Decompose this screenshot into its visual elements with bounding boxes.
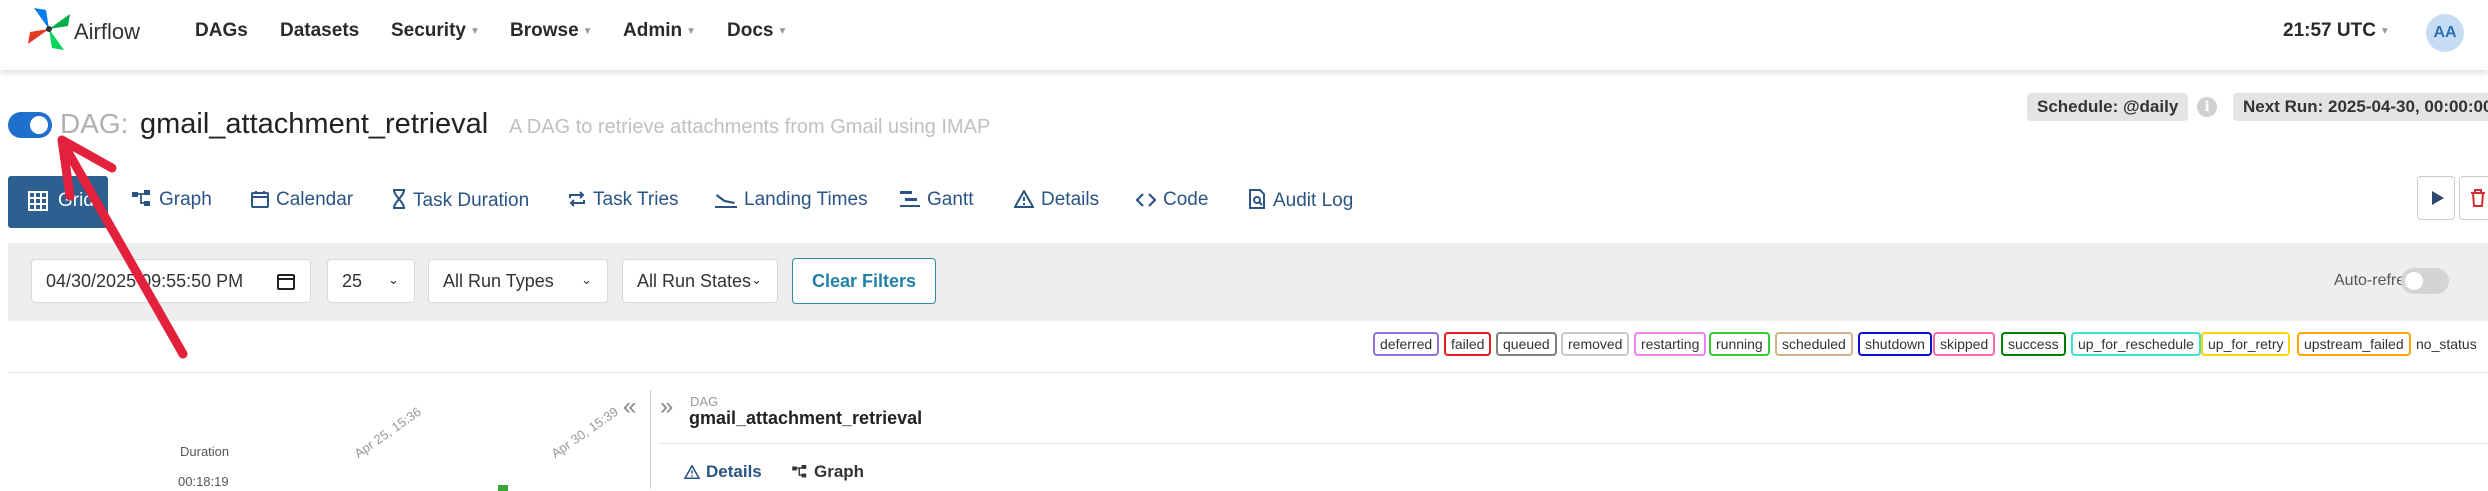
chevron-down-icon: ⌄ xyxy=(751,272,762,287)
state-chip-up-for-retry[interactable]: up_for_retry xyxy=(2201,332,2291,356)
state-chip-restarting[interactable]: restarting xyxy=(1634,332,1707,356)
trash-icon xyxy=(2470,189,2486,212)
chevron-down-icon: ▼ xyxy=(686,26,697,37)
top-navbar: Airflow DAGs Datasets Security ▼ Browse ▼ … xyxy=(0,0,2488,70)
delete-dag-button[interactable] xyxy=(2459,176,2488,220)
graph-icon xyxy=(792,465,807,478)
run-state-value: All Run States xyxy=(637,271,752,291)
trigger-dag-button[interactable] xyxy=(2417,176,2455,220)
clear-filters-button[interactable]: Clear Filters xyxy=(792,258,936,304)
next-run-badge: Next Run: 2025-04-30, 00:00:00 xyxy=(2233,93,2488,121)
warning-triangle-icon xyxy=(683,464,701,479)
nav-dags[interactable]: DAGs xyxy=(195,20,248,42)
tab-landing-times[interactable]: Landing Times xyxy=(715,189,868,211)
pane-divider[interactable] xyxy=(650,390,651,489)
dag-description: A DAG to retrieve attachments from Gmail… xyxy=(509,116,991,138)
grid-icon xyxy=(28,191,48,216)
document-search-icon xyxy=(1249,189,1265,209)
repeat-icon xyxy=(569,191,585,207)
calendar-icon xyxy=(251,191,269,208)
tab-task-tries[interactable]: Task Tries xyxy=(568,189,679,211)
subtab-graph[interactable]: Graph xyxy=(792,462,864,482)
dag-pause-toggle[interactable] xyxy=(8,112,52,138)
state-chip-up-for-reschedule[interactable]: up_for_reschedule xyxy=(2071,332,2201,356)
schedule-badge: Schedule: @daily xyxy=(2027,93,2189,121)
run-type-select[interactable]: All Run Types ⌄ xyxy=(428,259,608,303)
calendar-icon[interactable] xyxy=(277,272,295,295)
duration-axis-value: 00:18:19 xyxy=(178,474,229,489)
landing-icon xyxy=(715,194,737,208)
num-runs-select[interactable]: 25 ⌄ xyxy=(327,259,415,303)
divider xyxy=(660,443,2488,444)
state-chip-failed[interactable]: failed xyxy=(1444,332,1492,356)
dag-run-bar[interactable] xyxy=(498,485,508,491)
state-chip-success[interactable]: success xyxy=(2001,332,2066,356)
tab-code[interactable]: Code xyxy=(1135,189,1208,211)
tab-details[interactable]: Details xyxy=(1013,188,1099,211)
state-chip-scheduled[interactable]: scheduled xyxy=(1775,332,1853,356)
state-chip-deferred[interactable]: deferred xyxy=(1373,332,1440,356)
tab-audit-log[interactable]: Audit Log xyxy=(1248,189,1353,212)
duration-axis-label: Duration xyxy=(180,444,230,459)
divider xyxy=(8,372,2488,373)
nav-datasets[interactable]: Datasets xyxy=(280,20,359,42)
nav-browse[interactable]: Browse ▼ xyxy=(510,20,593,42)
nav-security[interactable]: Security ▼ xyxy=(391,20,480,42)
tab-gantt[interactable]: Gantt xyxy=(900,189,973,211)
tab-calendar[interactable]: Calendar xyxy=(251,189,353,211)
state-chip-no-status[interactable]: no_status xyxy=(2409,332,2484,356)
nav-docs[interactable]: Docs ▼ xyxy=(727,20,787,42)
gantt-icon xyxy=(900,191,920,207)
chevron-down-icon: ▼ xyxy=(582,26,593,37)
clock-menu[interactable]: 21:57 UTC ▼ xyxy=(2283,20,2390,42)
expand-right-icon[interactable]: » xyxy=(660,393,673,421)
code-icon xyxy=(1135,193,1157,207)
state-chip-running[interactable]: running xyxy=(1709,332,1770,356)
execution-date-input[interactable]: 04/30/2025 09:55:50 PM xyxy=(31,259,311,303)
subtab-details[interactable]: Details xyxy=(683,462,762,482)
hourglass-icon xyxy=(393,189,405,209)
state-chip-upstream-failed[interactable]: upstream_failed xyxy=(2297,332,2411,356)
state-chip-queued[interactable]: queued xyxy=(1496,332,1557,356)
chevron-down-icon: ▼ xyxy=(2379,26,2390,37)
run-type-value: All Run Types xyxy=(443,271,554,291)
dag-prefix: DAG: xyxy=(60,108,129,139)
toggle-knob xyxy=(2405,272,2423,290)
run-date-label[interactable]: Apr 30, 15:39 xyxy=(548,404,621,461)
toggle-knob xyxy=(30,116,48,134)
execution-date-value: 04/30/2025 09:55:50 PM xyxy=(46,271,244,291)
tab-graph[interactable]: Graph xyxy=(132,189,212,211)
run-date-label[interactable]: Apr 25, 15:36 xyxy=(351,404,424,461)
tab-grid-label: Grid xyxy=(58,190,94,211)
nav-admin[interactable]: Admin ▼ xyxy=(623,20,696,42)
dag-title: gmail_attachment_retrieval xyxy=(140,108,489,140)
airflow-logo-icon[interactable] xyxy=(26,6,72,52)
breadcrumb-label: DAG xyxy=(690,394,719,409)
state-chip-removed[interactable]: removed xyxy=(1561,332,1630,356)
num-runs-value: 25 xyxy=(342,271,363,291)
warning-triangle-icon xyxy=(1013,188,1035,208)
tab-grid[interactable]: Grid xyxy=(8,176,108,228)
chevron-down-icon: ▼ xyxy=(777,26,788,37)
chevron-down-icon: ⌄ xyxy=(388,272,399,287)
autorefresh-toggle[interactable] xyxy=(2401,268,2449,294)
info-icon[interactable]: i xyxy=(2197,97,2217,117)
state-chip-shutdown[interactable]: shutdown xyxy=(1858,332,1932,356)
run-state-select[interactable]: All Run States ⌄ xyxy=(622,259,778,303)
breadcrumb-dag-name[interactable]: gmail_attachment_retrieval xyxy=(689,408,922,429)
collapse-left-icon[interactable]: « xyxy=(623,393,636,421)
brand-name[interactable]: Airflow xyxy=(74,19,140,45)
tab-task-duration[interactable]: Task Duration xyxy=(392,189,529,212)
play-icon xyxy=(2431,190,2445,211)
chevron-down-icon: ▼ xyxy=(469,26,480,37)
avatar[interactable]: AA xyxy=(2426,14,2464,52)
state-chip-skipped[interactable]: skipped xyxy=(1933,332,1996,356)
chevron-down-icon: ⌄ xyxy=(581,272,592,287)
graph-icon xyxy=(132,190,150,206)
